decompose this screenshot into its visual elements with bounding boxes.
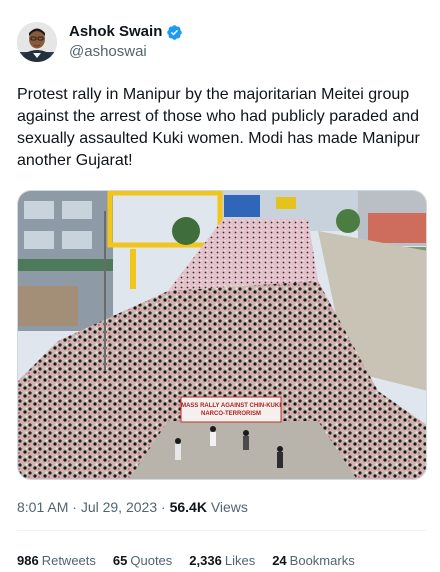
display-name[interactable]: Ashok Swain xyxy=(69,22,162,42)
views-count[interactable]: 56.4K xyxy=(170,499,207,515)
quotes-stat[interactable]: 65 Quotes xyxy=(113,553,172,568)
tweet-meta: 8:01 AM · Jul 29, 2023 · 56.4K Views xyxy=(17,499,248,515)
tweet-header: Ashok Swain @ashoswai xyxy=(17,22,183,62)
likes-label: Likes xyxy=(224,553,256,568)
likes-count: 2,336 xyxy=(189,553,222,568)
tweet-time[interactable]: 8:01 AM xyxy=(17,499,68,515)
tweet-card: Ashok Swain @ashoswai Protest rally in M… xyxy=(0,0,440,572)
bookmarks-stat[interactable]: 24 Bookmarks xyxy=(272,553,355,568)
rally-banner-text: MASS RALLY AGAINST CHIN-KUKI NARCO-TERRO… xyxy=(181,403,281,417)
retweets-label: Retweets xyxy=(41,553,96,568)
meta-separator: · xyxy=(161,499,166,515)
bookmarks-count: 24 xyxy=(272,553,287,568)
author-names: Ashok Swain @ashoswai xyxy=(69,22,183,62)
handle[interactable]: @ashoswai xyxy=(69,42,183,62)
tweet-media[interactable]: MASS RALLY AGAINST CHIN-KUKI NARCO-TERRO… xyxy=(17,190,427,480)
likes-stat[interactable]: 2,336 Likes xyxy=(189,553,255,568)
divider xyxy=(17,530,427,531)
views-label: Views xyxy=(210,499,248,515)
name-row: Ashok Swain xyxy=(69,22,183,42)
retweets-count: 986 xyxy=(17,553,39,568)
bookmarks-label: Bookmarks xyxy=(289,553,355,568)
avatar-image xyxy=(17,22,57,62)
tweet-date[interactable]: Jul 29, 2023 xyxy=(81,499,157,515)
quotes-label: Quotes xyxy=(130,553,173,568)
tweet-text: Protest rally in Manipur by the majorita… xyxy=(17,86,420,169)
tweet-stats: 986 Retweets 65 Quotes 2,336 Likes 24 Bookma… xyxy=(17,553,372,568)
avatar[interactable] xyxy=(17,22,57,62)
rally-photo xyxy=(18,191,426,479)
retweets-stat[interactable]: 986 Retweets xyxy=(17,553,96,568)
verified-badge-icon[interactable] xyxy=(166,24,183,41)
quotes-count: 65 xyxy=(112,553,128,568)
meta-separator: · xyxy=(72,499,77,515)
